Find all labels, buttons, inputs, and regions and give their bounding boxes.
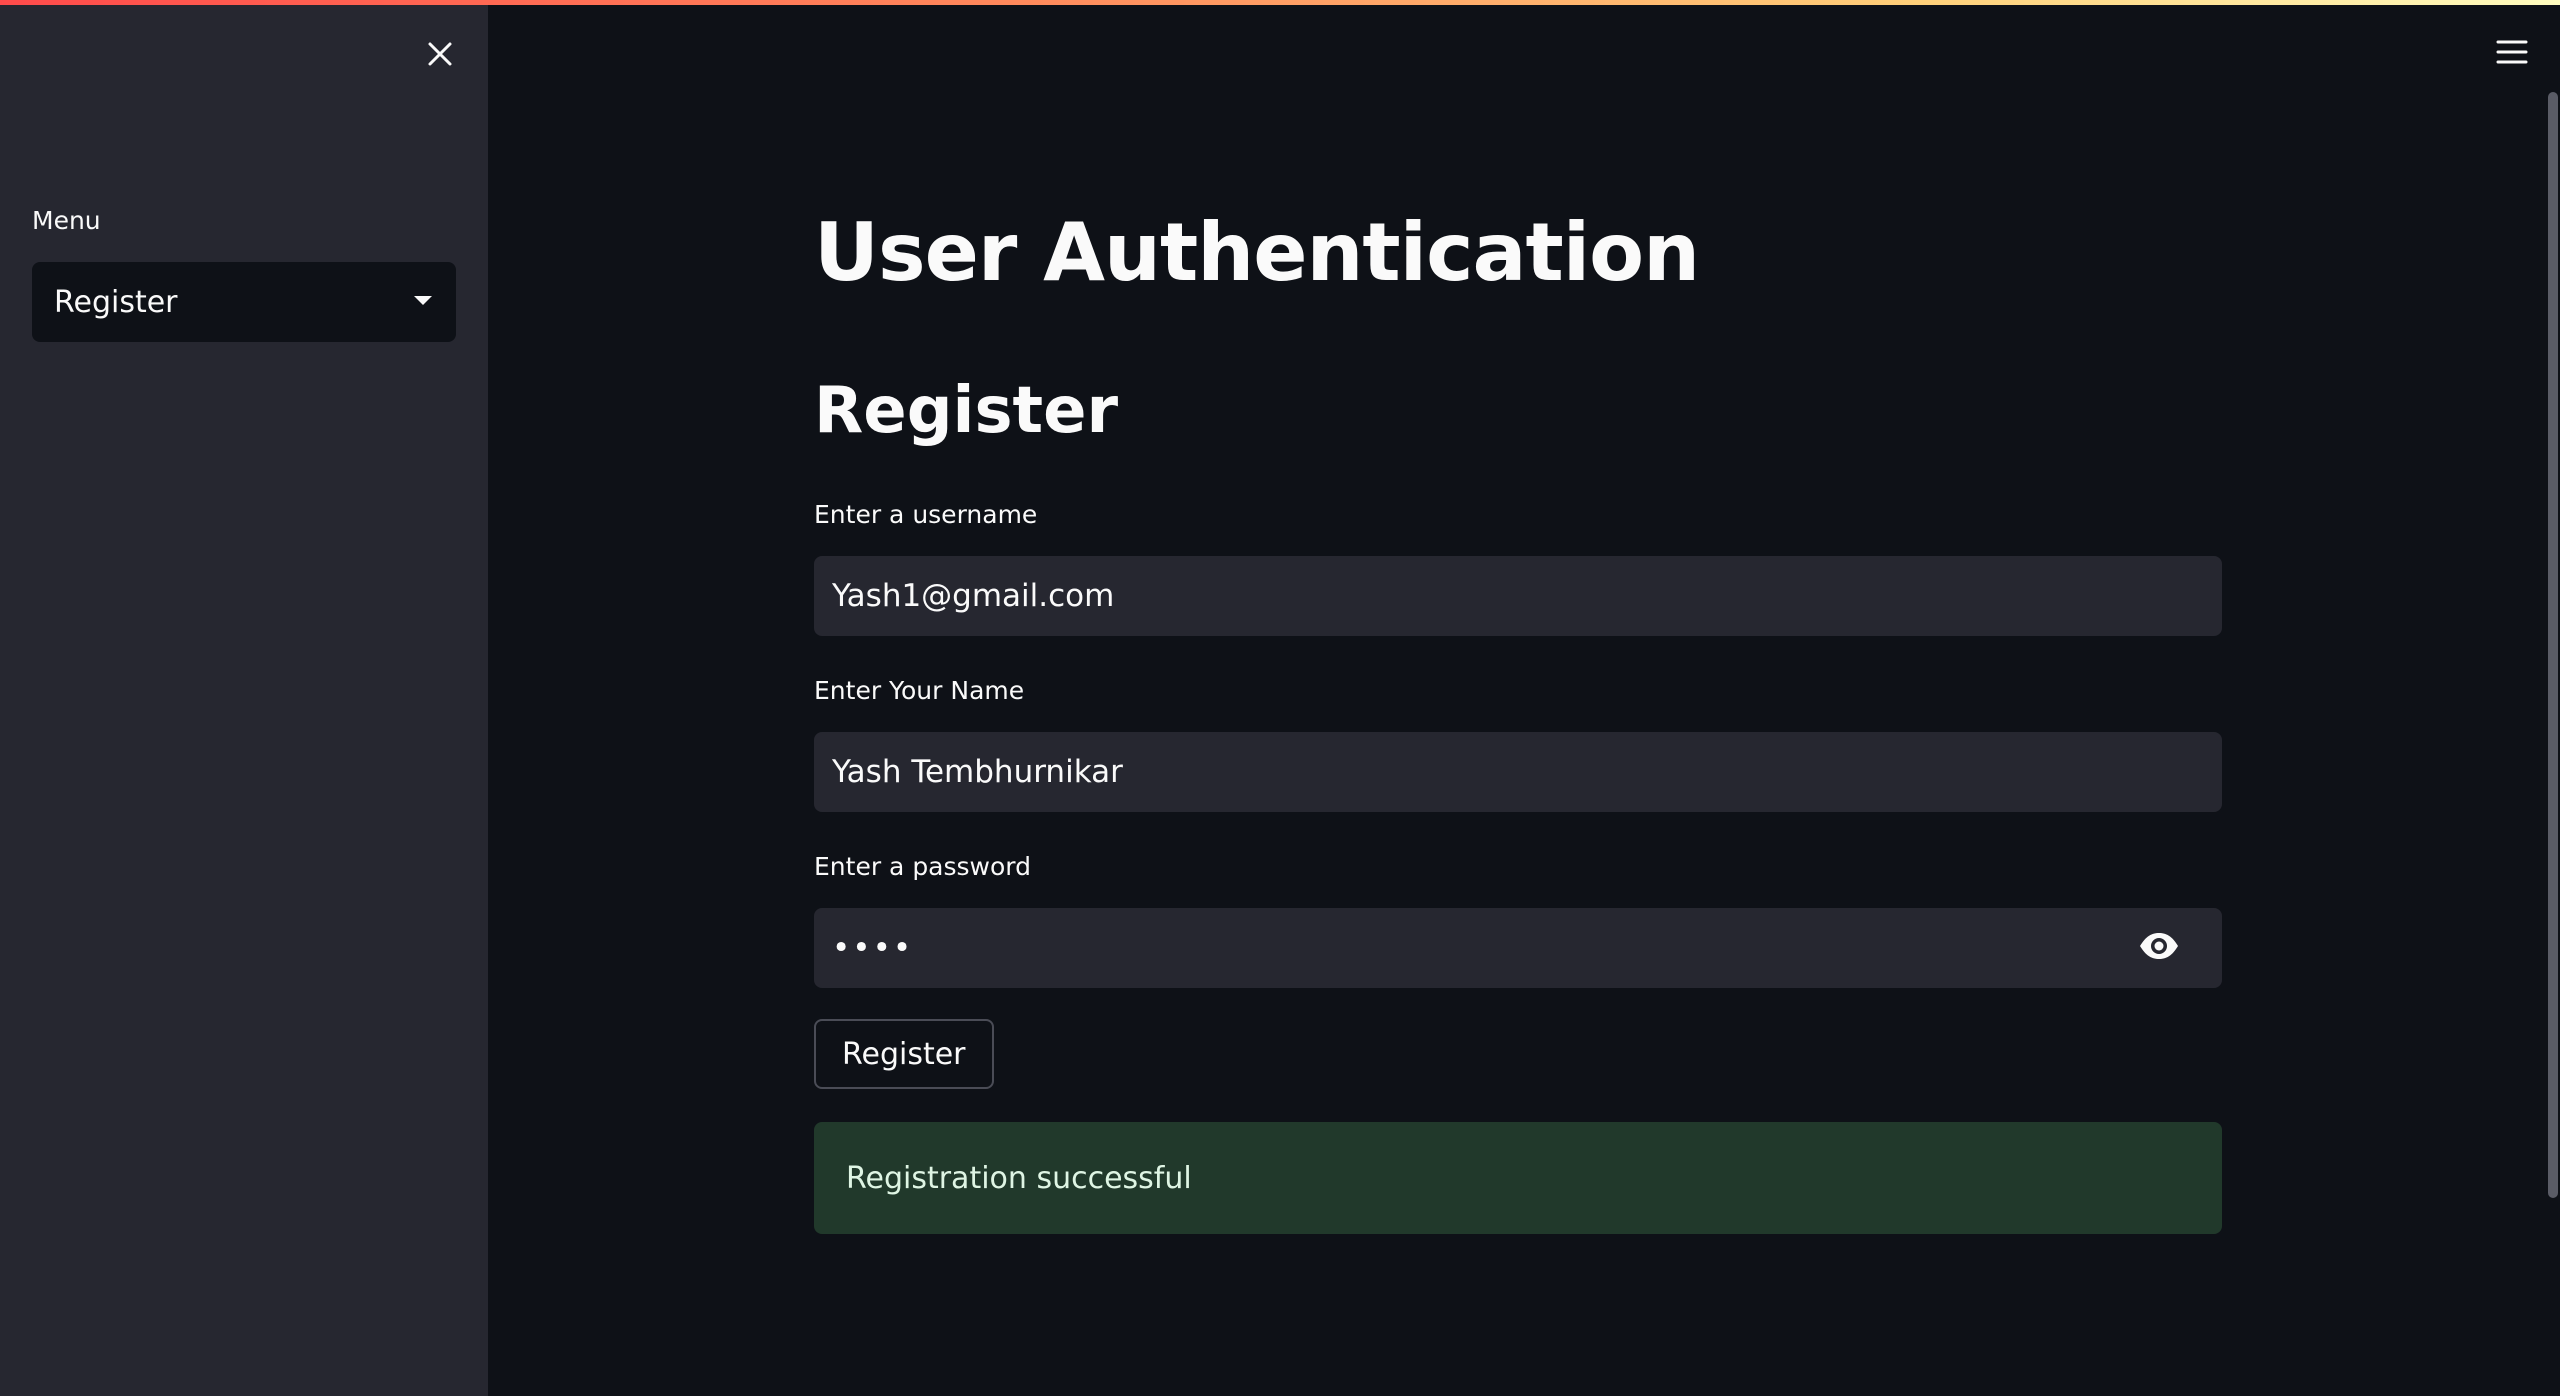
show-password-button[interactable] (2136, 926, 2182, 970)
name-label: Enter Your Name (814, 676, 1025, 705)
password-field (814, 908, 2222, 988)
name-input[interactable] (814, 732, 2222, 812)
page-title: User Authentication (814, 206, 1700, 299)
main-menu-button[interactable] (2492, 34, 2532, 74)
password-input[interactable] (814, 908, 2222, 988)
caret-down-icon (412, 293, 434, 312)
username-input[interactable] (814, 556, 2222, 636)
success-message: Registration successful (846, 1160, 1192, 1196)
scrollbar[interactable] (2548, 92, 2558, 1198)
password-label: Enter a password (814, 852, 1032, 881)
section-title: Register (814, 374, 1119, 448)
menu-select-value: Register (54, 284, 178, 320)
sidebar: Menu Register (0, 0, 488, 1396)
register-button[interactable]: Register (814, 1019, 994, 1089)
top-decoration-bar (0, 0, 2560, 5)
success-alert: Registration successful (814, 1122, 2222, 1234)
close-icon (426, 40, 454, 72)
menu-label: Menu (32, 206, 101, 235)
eye-icon (2138, 931, 2180, 965)
close-sidebar-button[interactable] (420, 36, 460, 76)
menu-select[interactable]: Register (32, 262, 456, 342)
hamburger-icon (2496, 39, 2528, 69)
username-label: Enter a username (814, 500, 1038, 529)
